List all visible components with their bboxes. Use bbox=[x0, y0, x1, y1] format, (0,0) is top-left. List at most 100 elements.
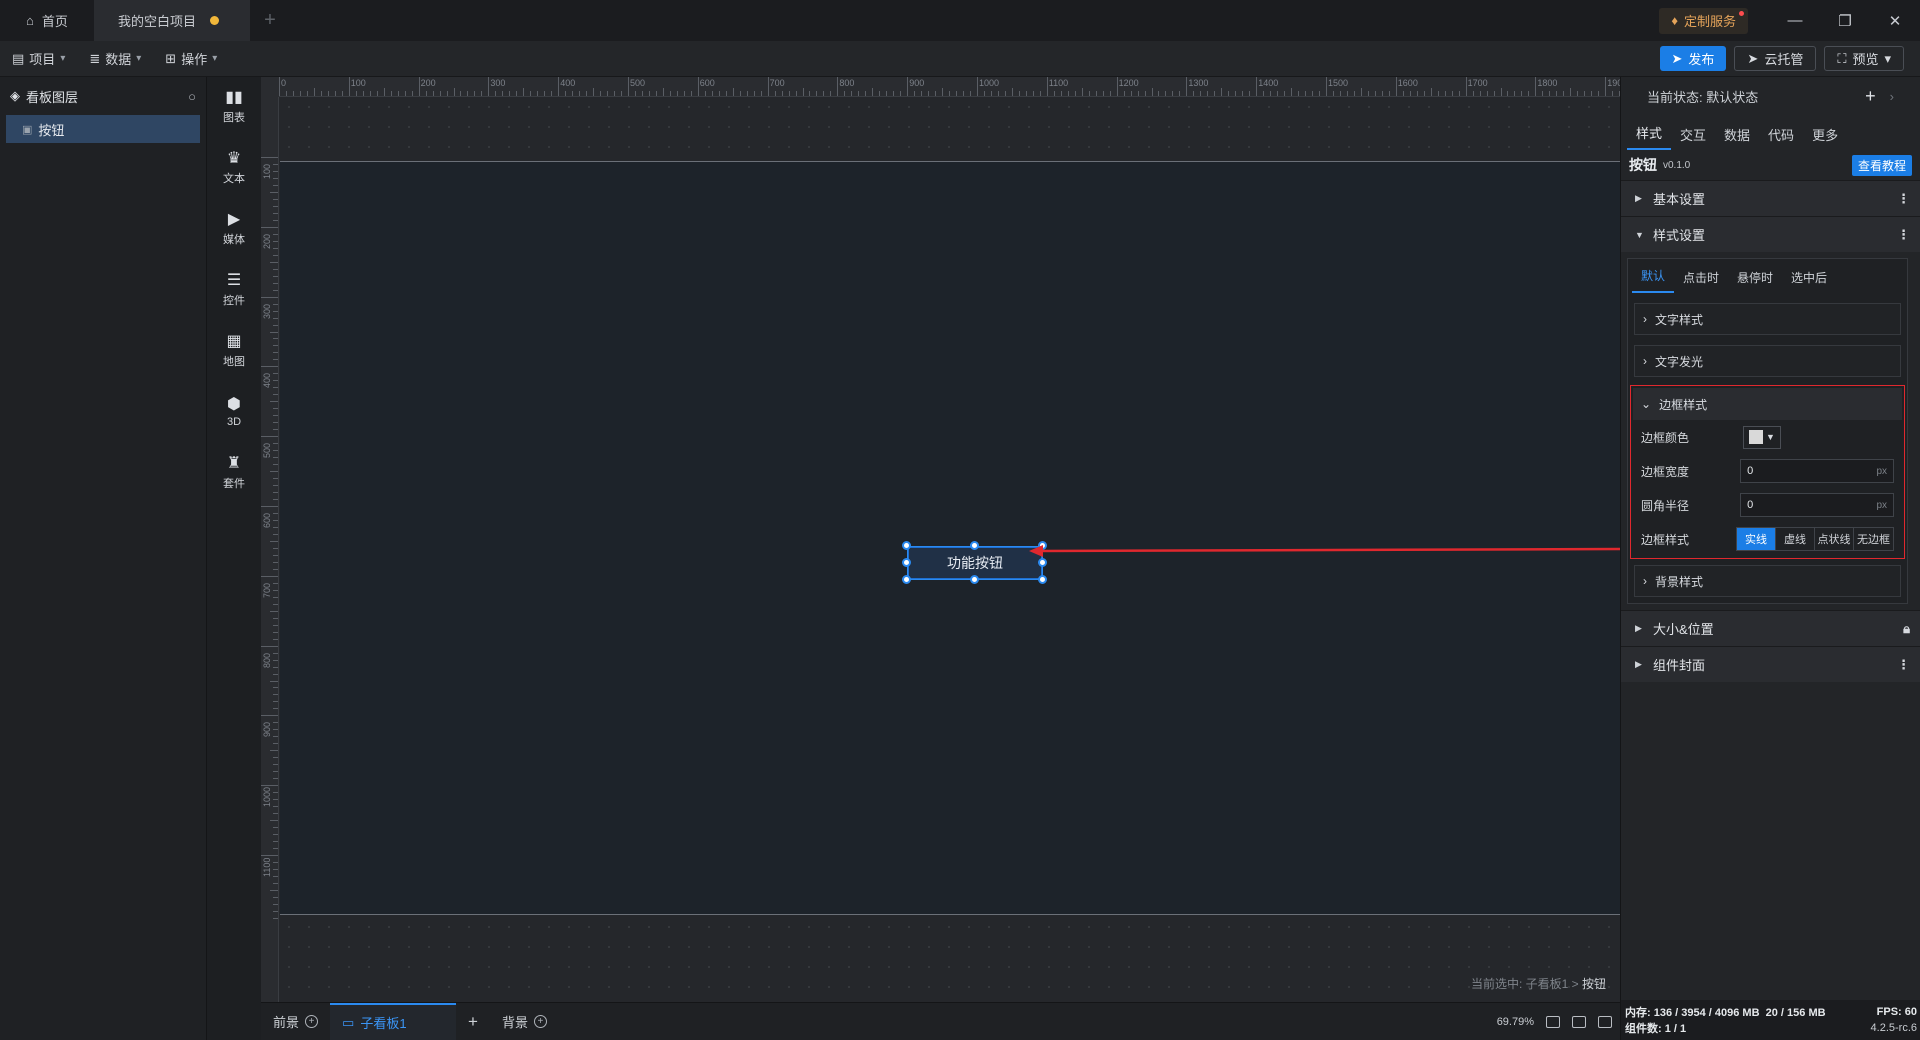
ruler-tick bbox=[565, 91, 567, 96]
tab-code[interactable]: 代码 bbox=[1759, 125, 1803, 150]
cloud-hosting-button[interactable]: ➤ 云托管 bbox=[1734, 46, 1817, 71]
style-tab-default[interactable]: 默认 bbox=[1632, 267, 1675, 293]
ruler-tick bbox=[273, 547, 278, 549]
tab-sub-board[interactable]: ▭ 子看板1 bbox=[330, 1002, 457, 1040]
ruler-top[interactable]: 0 100 200 300 400 500 600 700 800 900 1000 1100 1200… bbox=[279, 77, 1620, 97]
style-tab-click[interactable]: 点击时 bbox=[1674, 269, 1728, 293]
section-cover[interactable]: ▶ 组件封面 ⋮ bbox=[1621, 646, 1920, 682]
ruler-tick bbox=[273, 373, 278, 375]
view-tutorial-button[interactable]: 查看教程 bbox=[1851, 154, 1912, 176]
tab-project[interactable]: 我的空白项目 bbox=[94, 0, 250, 41]
resize-handle[interactable] bbox=[902, 541, 911, 550]
subsection-bg-style[interactable]: › 背景样式 bbox=[1634, 565, 1901, 597]
strip-item-map[interactable]: ▦ 地图 bbox=[207, 321, 261, 382]
ruler-tick bbox=[1207, 91, 1209, 96]
chevron-right-icon[interactable]: › bbox=[1890, 89, 1894, 104]
style-tab-hover[interactable]: 悬停时 bbox=[1728, 269, 1782, 293]
border-color-picker[interactable]: ▼ bbox=[1743, 425, 1781, 449]
radius-input[interactable]: 0 px bbox=[1740, 493, 1894, 517]
strip-item-text[interactable]: ♛ 文本 bbox=[207, 138, 261, 199]
subsection-text-glow[interactable]: › 文字发光 bbox=[1634, 345, 1901, 377]
preview-button[interactable]: ⛶ 预览 ▾ bbox=[1824, 46, 1904, 71]
ruler-tick bbox=[1437, 91, 1439, 96]
strip-item-3d[interactable]: ⬢ 3D bbox=[207, 382, 261, 443]
ruler-tick bbox=[313, 88, 315, 96]
menu-project[interactable]: ▤ 项目 ▾ bbox=[0, 41, 77, 77]
section-size-position[interactable]: ▶ 大小&位置 🔒︎ bbox=[1621, 610, 1920, 646]
add-circle-icon[interactable]: + bbox=[533, 1015, 547, 1028]
publish-button[interactable]: ➤ 发布 bbox=[1659, 46, 1727, 71]
strip-item-control[interactable]: ☰ 控件 bbox=[207, 260, 261, 321]
resize-handle[interactable] bbox=[970, 541, 979, 550]
menu-operation[interactable]: ⊞ 操作 ▾ bbox=[153, 41, 229, 77]
add-tab-button[interactable]: + bbox=[250, 0, 290, 41]
strip-item-kit[interactable]: ♜ 套件 bbox=[207, 443, 261, 504]
map-icon: ▦ bbox=[226, 333, 242, 350]
more-vertical-icon[interactable]: ⋮ bbox=[1897, 227, 1910, 243]
media-icon: ▶ bbox=[227, 211, 241, 228]
ruler-tick bbox=[1011, 88, 1013, 96]
state-value[interactable]: 默认状态 bbox=[1706, 87, 1758, 106]
keyboard-icon[interactable] bbox=[1572, 1015, 1586, 1028]
ruler-tick bbox=[279, 77, 280, 96]
border-type-dashed[interactable]: 虚线 bbox=[1776, 528, 1815, 550]
tab-style[interactable]: 样式 bbox=[1627, 123, 1672, 150]
ruler-tick bbox=[921, 91, 923, 96]
ruler-tick-label: 0 bbox=[281, 78, 287, 88]
ruler-tick bbox=[273, 205, 278, 207]
more-vertical-icon[interactable]: ⋮ bbox=[1897, 657, 1910, 673]
more-vertical-icon[interactable]: ⋮ bbox=[1897, 191, 1910, 207]
close-button[interactable]: ✕ bbox=[1870, 0, 1920, 41]
publish-label: 发布 bbox=[1688, 52, 1715, 67]
border-type-none[interactable]: 无边框 bbox=[1854, 528, 1893, 550]
custom-service-button[interactable]: ♦ 定制服务 bbox=[1659, 7, 1748, 34]
tab-background[interactable]: 背景 + bbox=[490, 1003, 559, 1040]
add-circle-icon[interactable]: + bbox=[305, 1015, 319, 1028]
ruler-left[interactable]: 100 200 300 400 500 600 700 800 900 1000 1100 bbox=[261, 97, 279, 1002]
ruler-tick bbox=[669, 91, 671, 96]
menu-data[interactable]: ≣ 数据 ▾ bbox=[77, 41, 153, 77]
ruler-tick bbox=[306, 91, 308, 96]
ruler-tick bbox=[362, 91, 364, 96]
add-state-button[interactable]: + bbox=[1865, 86, 1876, 107]
zoom-level[interactable]: 69.79% bbox=[1497, 1016, 1534, 1028]
resize-handle[interactable] bbox=[902, 575, 911, 584]
sub-board[interactable]: 功能按钮 bbox=[280, 161, 1620, 915]
border-width-input[interactable]: 0 px bbox=[1740, 459, 1894, 483]
strip-label: 3D bbox=[226, 416, 242, 428]
fit-screen-icon[interactable] bbox=[1546, 1015, 1560, 1028]
strip-item-media[interactable]: ▶ 媒体 bbox=[207, 199, 261, 260]
canvas-stage[interactable]: 0 100 200 300 400 500 600 700 800 900 1000 1100 1200… bbox=[261, 77, 1620, 1002]
border-type-dotted[interactable]: 点状线 bbox=[1815, 528, 1854, 550]
tab-more[interactable]: 更多 bbox=[1803, 125, 1847, 150]
ruler-tick bbox=[273, 310, 278, 312]
tab-interaction[interactable]: 交互 bbox=[1671, 125, 1715, 150]
restore-button[interactable]: ❐ bbox=[1820, 0, 1870, 41]
border-type-solid[interactable]: 实线 bbox=[1737, 528, 1776, 550]
subsection-border-style[interactable]: ⌄ 边框样式 bbox=[1633, 388, 1902, 420]
style-tab-selected[interactable]: 选中后 bbox=[1782, 269, 1836, 293]
ruler-tick bbox=[683, 91, 685, 96]
resize-handle[interactable] bbox=[970, 575, 979, 584]
subsection-text-style[interactable]: › 文字样式 bbox=[1634, 303, 1901, 335]
lock-icon[interactable]: 🔒︎ bbox=[1903, 621, 1910, 637]
ruler-tick bbox=[1088, 91, 1090, 96]
resize-handle[interactable] bbox=[902, 558, 911, 567]
add-board-button[interactable]: + bbox=[456, 1003, 490, 1040]
section-style[interactable]: ▼ 样式设置 ⋮ bbox=[1621, 216, 1920, 252]
layer-item-button[interactable]: ▣ 按钮 bbox=[6, 115, 200, 143]
ruler-tick bbox=[523, 88, 525, 96]
strip-item-chart[interactable]: ▮▮ 图表 bbox=[207, 77, 261, 138]
resize-handle[interactable] bbox=[1038, 575, 1047, 584]
terminal-icon[interactable] bbox=[1598, 1015, 1612, 1028]
minimize-button[interactable]: — bbox=[1770, 0, 1820, 41]
ruler-tick bbox=[270, 680, 278, 682]
tab-data[interactable]: 数据 bbox=[1715, 125, 1759, 150]
ruler-tick bbox=[273, 764, 278, 766]
section-basic[interactable]: ▶ 基本设置 ⋮ bbox=[1621, 180, 1920, 216]
search-icon[interactable]: ○ bbox=[188, 89, 196, 104]
ruler-tick bbox=[1081, 88, 1083, 96]
tab-foreground[interactable]: 前景 + bbox=[261, 1003, 330, 1040]
resize-handle[interactable] bbox=[1038, 558, 1047, 567]
tab-home[interactable]: ⌂ 首页 bbox=[0, 0, 94, 41]
